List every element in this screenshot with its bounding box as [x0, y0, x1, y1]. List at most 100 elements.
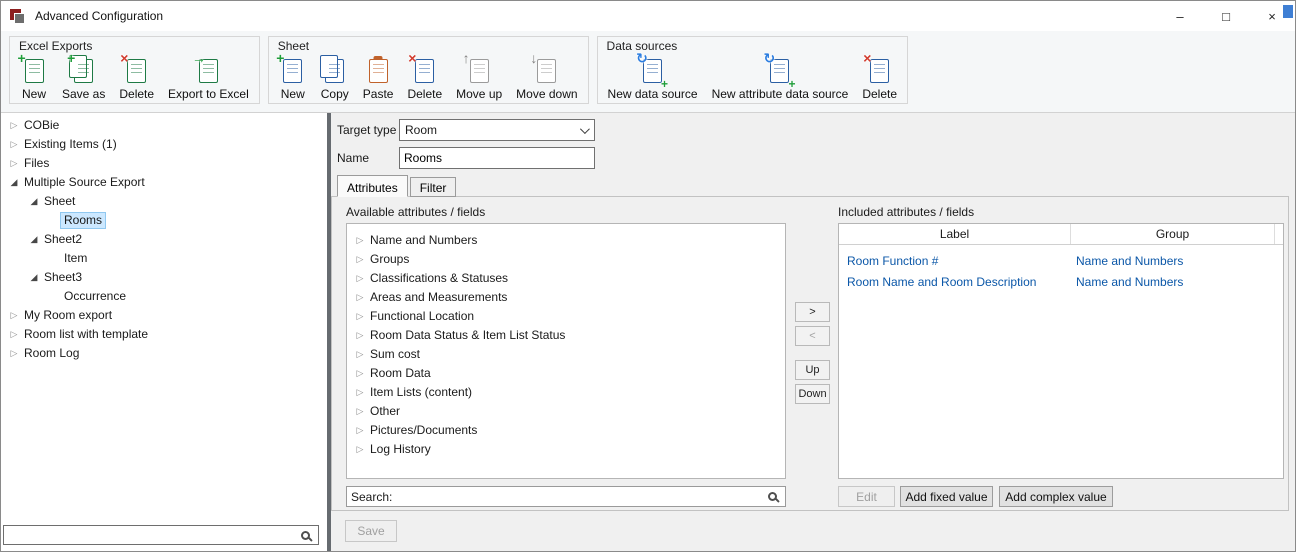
- new-attribute-data-source-icon: ↻+: [766, 57, 794, 85]
- attribute-search-box: Search:: [346, 486, 786, 507]
- tab-filter[interactable]: Filter: [410, 177, 457, 197]
- tab-attributes[interactable]: Attributes: [337, 175, 408, 197]
- tree-item[interactable]: ◢ Sheet2: [1, 230, 327, 249]
- tree-item[interactable]: Rooms: [1, 211, 327, 230]
- move-attribute-up-button[interactable]: Up: [795, 360, 830, 380]
- ribbon-button[interactable]: + New: [14, 55, 54, 102]
- available-attribute-item[interactable]: ▷ Other: [347, 402, 785, 421]
- tree-item[interactable]: ◢ Sheet: [1, 192, 327, 211]
- expander-icon[interactable]: ▷: [353, 330, 367, 341]
- tree-item[interactable]: ◢ Multiple Source Export: [1, 173, 327, 192]
- tree-item[interactable]: ▷ My Room export: [1, 306, 327, 325]
- expander-icon[interactable]: ▷: [7, 158, 21, 169]
- expander-icon[interactable]: ▷: [353, 254, 367, 265]
- name-input[interactable]: [399, 147, 595, 169]
- ribbon-button[interactable]: + New: [273, 55, 313, 102]
- add-attribute-button[interactable]: >: [795, 302, 830, 322]
- expander-icon[interactable]: ▷: [353, 311, 367, 322]
- available-attribute-item[interactable]: ▷ Log History: [347, 440, 785, 459]
- tree-item[interactable]: ▷ COBie: [1, 116, 327, 135]
- add-fixed-value-button[interactable]: Add fixed value: [900, 486, 993, 507]
- ribbon-button[interactable]: ↻+ New attribute data source: [706, 55, 855, 102]
- ribbon-button[interactable]: Paste: [357, 55, 400, 102]
- available-attribute-item[interactable]: ▷ Pictures/Documents: [347, 421, 785, 440]
- delete-export-icon: ×: [123, 57, 151, 85]
- window-controls: – □ ×: [1157, 1, 1295, 31]
- ribbon-button[interactable]: + Save as: [56, 55, 111, 102]
- attribute-search-input[interactable]: [392, 487, 768, 506]
- ribbon-button[interactable]: → Export to Excel: [162, 55, 255, 102]
- expander-icon[interactable]: ▷: [7, 139, 21, 150]
- tree-item[interactable]: Occurrence: [1, 287, 327, 306]
- tree-search-input[interactable]: [4, 526, 301, 544]
- included-attribute-row[interactable]: Room Name and Room Description Name and …: [839, 271, 1283, 292]
- included-attributes-title: Included attributes / fields: [838, 205, 974, 219]
- tree-search-box: [3, 525, 319, 545]
- available-attribute-item[interactable]: ▷ Room Data: [347, 364, 785, 383]
- ribbon-group: Data sources ↻+ New data source ↻+ New a…: [597, 36, 908, 104]
- expander-icon[interactable]: ▷: [353, 292, 367, 303]
- expander-icon[interactable]: ▷: [353, 349, 367, 360]
- ribbon-group-label: Sheet: [269, 37, 588, 53]
- target-type-combobox[interactable]: Room: [399, 119, 595, 141]
- available-attribute-item[interactable]: ▷ Areas and Measurements: [347, 288, 785, 307]
- tree-item[interactable]: ◢ Sheet3: [1, 268, 327, 287]
- tree-item[interactable]: ▷ Room Log: [1, 344, 327, 363]
- expander-icon[interactable]: ▷: [353, 406, 367, 417]
- minimize-button[interactable]: –: [1157, 1, 1203, 31]
- expander-icon[interactable]: ▷: [7, 348, 21, 359]
- available-attributes-title: Available attributes / fields: [346, 205, 485, 219]
- move-attribute-down-button[interactable]: Down: [795, 384, 830, 404]
- expander-icon[interactable]: ▷: [353, 235, 367, 246]
- ribbon-button[interactable]: × Delete: [401, 55, 448, 102]
- expander-icon[interactable]: ▷: [353, 273, 367, 284]
- column-header-group[interactable]: Group: [1071, 224, 1275, 244]
- expander-icon[interactable]: ▷: [353, 368, 367, 379]
- expander-icon[interactable]: ◢: [7, 177, 21, 188]
- ribbon-button[interactable]: ↑ Move up: [450, 55, 508, 102]
- ribbon-button[interactable]: ↓ Move down: [510, 55, 583, 102]
- ribbon-button[interactable]: Copy: [315, 55, 355, 102]
- tree-item[interactable]: ▷ Files: [1, 154, 327, 173]
- expander-icon[interactable]: ◢: [27, 272, 41, 283]
- column-header-label[interactable]: Label: [839, 224, 1071, 244]
- expander-icon[interactable]: ◢: [27, 196, 41, 207]
- add-complex-value-button[interactable]: Add complex value: [999, 486, 1113, 507]
- tree-item[interactable]: ▷ Existing Items (1): [1, 135, 327, 154]
- edit-button[interactable]: Edit: [838, 486, 895, 507]
- included-attribute-row[interactable]: Room Function # Name and Numbers: [839, 250, 1283, 271]
- copy-sheet-icon: [321, 57, 349, 85]
- available-attributes-list: ▷ Name and Numbers ▷ Groups ▷ Classifica…: [346, 223, 786, 479]
- ribbon-group-buttons: ↻+ New data source ↻+ New attribute data…: [598, 53, 907, 105]
- save-button[interactable]: Save: [345, 520, 397, 542]
- move-up-icon: ↑: [465, 57, 493, 85]
- expander-icon[interactable]: ▷: [7, 310, 21, 321]
- maximize-button[interactable]: □: [1203, 1, 1249, 31]
- ribbon-button[interactable]: × Delete: [113, 55, 160, 102]
- new-data-source-icon: ↻+: [639, 57, 667, 85]
- expander-icon[interactable]: ▷: [7, 120, 21, 131]
- available-attribute-item[interactable]: ▷ Name and Numbers: [347, 231, 785, 250]
- target-type-value: Room: [405, 123, 437, 137]
- expander-icon[interactable]: ▷: [353, 444, 367, 455]
- remove-attribute-button[interactable]: <: [795, 326, 830, 346]
- available-attribute-item[interactable]: ▷ Functional Location: [347, 307, 785, 326]
- expander-icon[interactable]: ▷: [353, 387, 367, 398]
- expander-icon[interactable]: ▷: [353, 425, 367, 436]
- tree-item[interactable]: Item: [1, 249, 327, 268]
- available-attribute-item[interactable]: ▷ Classifications & Statuses: [347, 269, 785, 288]
- export-to-excel-icon: →: [194, 57, 222, 85]
- ribbon-button[interactable]: × Delete: [856, 55, 903, 102]
- ribbon-button[interactable]: ↻+ New data source: [602, 55, 704, 102]
- available-attribute-item[interactable]: ▷ Groups: [347, 250, 785, 269]
- attributes-tabpage: Available attributes / fields ▷ Name and…: [331, 196, 1289, 511]
- expander-icon[interactable]: ◢: [27, 234, 41, 245]
- available-attribute-item[interactable]: ▷ Sum cost: [347, 345, 785, 364]
- expander-icon[interactable]: ▷: [7, 329, 21, 340]
- available-attribute-item[interactable]: ▷ Item Lists (content): [347, 383, 785, 402]
- tree-item[interactable]: ▷ Room list with template: [1, 325, 327, 344]
- window-title: Advanced Configuration: [35, 9, 163, 23]
- column-header-filler: [1275, 224, 1283, 244]
- name-label: Name: [337, 151, 369, 165]
- available-attribute-item[interactable]: ▷ Room Data Status & Item List Status: [347, 326, 785, 345]
